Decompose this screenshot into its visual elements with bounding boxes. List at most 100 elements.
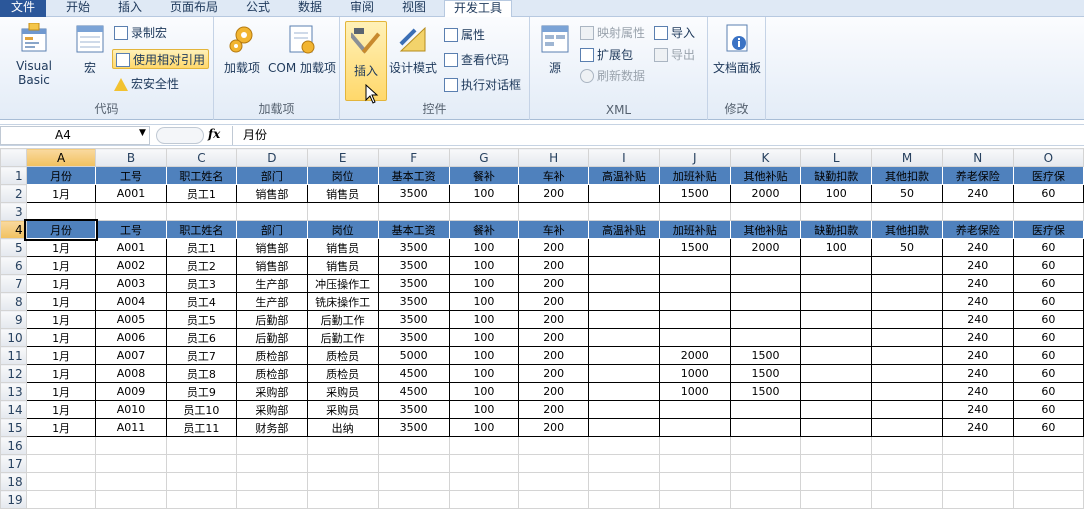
cell[interactable]: 1500 (658, 238, 731, 257)
cell[interactable]: 员工2 (165, 256, 238, 275)
tab-page-layout[interactable]: 页面布局 (164, 0, 224, 17)
cell[interactable] (800, 328, 873, 347)
cell[interactable]: 200 (518, 418, 590, 437)
cell[interactable]: 高温补贴 (588, 166, 660, 185)
cell[interactable] (941, 490, 1014, 509)
cell[interactable]: 加班补贴 (658, 220, 731, 239)
cell[interactable] (448, 472, 520, 491)
cell[interactable] (658, 256, 731, 275)
cell[interactable] (306, 472, 379, 491)
cell[interactable] (800, 382, 873, 401)
row-header[interactable]: 7 (0, 274, 27, 293)
cell[interactable] (518, 202, 590, 221)
column-header[interactable]: N (941, 148, 1014, 167)
cell[interactable] (871, 490, 943, 509)
cell[interactable]: A004 (95, 292, 167, 311)
cell[interactable]: 3500 (377, 292, 450, 311)
cell[interactable] (518, 454, 590, 473)
cell[interactable] (800, 346, 873, 365)
cell[interactable] (871, 418, 943, 437)
column-header[interactable]: I (588, 148, 660, 167)
column-header[interactable]: G (448, 148, 520, 167)
cell[interactable] (729, 418, 802, 437)
cell[interactable]: 200 (518, 346, 590, 365)
cell[interactable]: 员工8 (165, 364, 238, 383)
tab-developer[interactable]: 开发工具 (444, 0, 512, 18)
cell[interactable] (658, 490, 731, 509)
row-header[interactable]: 4 (0, 220, 27, 239)
row-header[interactable]: 3 (0, 202, 27, 221)
cell[interactable]: 员工3 (165, 274, 238, 293)
tab-data[interactable]: 数据 (290, 0, 330, 17)
cell[interactable]: 员工4 (165, 292, 238, 311)
row-header[interactable]: 12 (0, 364, 27, 383)
cell[interactable] (588, 472, 660, 491)
cell[interactable] (25, 202, 97, 221)
cell[interactable] (236, 436, 308, 455)
cell[interactable]: 质检部 (236, 346, 308, 365)
cell[interactable]: 1500 (658, 184, 731, 203)
properties-button[interactable]: 属性 (444, 25, 485, 45)
cell[interactable] (871, 472, 943, 491)
row-header[interactable]: 16 (0, 436, 27, 455)
cell[interactable] (588, 382, 660, 401)
cell[interactable]: A007 (95, 346, 167, 365)
row-header[interactable]: 19 (0, 490, 27, 509)
cell[interactable]: 1月 (25, 328, 97, 347)
cell[interactable]: 3500 (377, 184, 450, 203)
cell[interactable]: 1月 (25, 364, 97, 383)
cell[interactable]: 职工姓名 (165, 166, 238, 185)
cell[interactable] (729, 400, 802, 419)
cell[interactable] (518, 436, 590, 455)
cell[interactable]: 100 (448, 274, 520, 293)
row-header[interactable]: 5 (0, 238, 27, 257)
cell[interactable]: 出纳 (306, 418, 379, 437)
cell[interactable]: 医疗保 (1012, 220, 1084, 239)
cell[interactable]: 2000 (658, 346, 731, 365)
cell[interactable]: 其他补贴 (729, 220, 802, 239)
cell[interactable] (588, 238, 660, 257)
column-header[interactable]: B (95, 148, 167, 167)
cell[interactable] (588, 418, 660, 437)
cell[interactable]: 3500 (377, 238, 450, 257)
tab-home[interactable]: 开始 (58, 0, 98, 17)
cell[interactable]: 100 (448, 400, 520, 419)
cell[interactable]: 240 (941, 310, 1014, 329)
column-header[interactable]: C (165, 148, 238, 167)
cell[interactable]: 240 (941, 418, 1014, 437)
cell[interactable]: 50 (871, 238, 943, 257)
cell[interactable]: 采购部 (236, 382, 308, 401)
column-header[interactable]: A (25, 148, 97, 167)
cell[interactable]: 后勤工作 (306, 328, 379, 347)
cell[interactable] (588, 490, 660, 509)
cell[interactable]: 员工7 (165, 346, 238, 365)
cell[interactable] (800, 256, 873, 275)
cell[interactable]: 60 (1012, 256, 1084, 275)
cell[interactable]: 100 (448, 346, 520, 365)
cell[interactable] (729, 256, 802, 275)
cell[interactable] (236, 490, 308, 509)
cell[interactable] (518, 490, 590, 509)
cell[interactable]: 100 (448, 292, 520, 311)
cell[interactable] (588, 454, 660, 473)
cell[interactable]: 240 (941, 292, 1014, 311)
cell[interactable]: 生产部 (236, 292, 308, 311)
cell[interactable] (165, 202, 238, 221)
cell[interactable] (95, 472, 167, 491)
cell[interactable]: A005 (95, 310, 167, 329)
cell[interactable]: 部门 (236, 166, 308, 185)
column-header[interactable]: D (236, 148, 308, 167)
cell[interactable]: 240 (941, 400, 1014, 419)
cell[interactable] (377, 472, 450, 491)
cell[interactable]: 冲压操作工 (306, 274, 379, 293)
cell[interactable]: 缺勤扣款 (800, 220, 873, 239)
run-dialog-button[interactable]: 执行对话框 (444, 75, 521, 95)
column-header[interactable]: E (306, 148, 379, 167)
cell[interactable]: 1月 (25, 382, 97, 401)
cell[interactable]: 100 (448, 382, 520, 401)
visual-basic-button[interactable]: Visual Basic (0, 23, 68, 87)
cell[interactable]: 60 (1012, 184, 1084, 203)
cell[interactable]: 1月 (25, 256, 97, 275)
cell[interactable]: 销售部 (236, 238, 308, 257)
source-button[interactable]: 源 (536, 23, 574, 76)
